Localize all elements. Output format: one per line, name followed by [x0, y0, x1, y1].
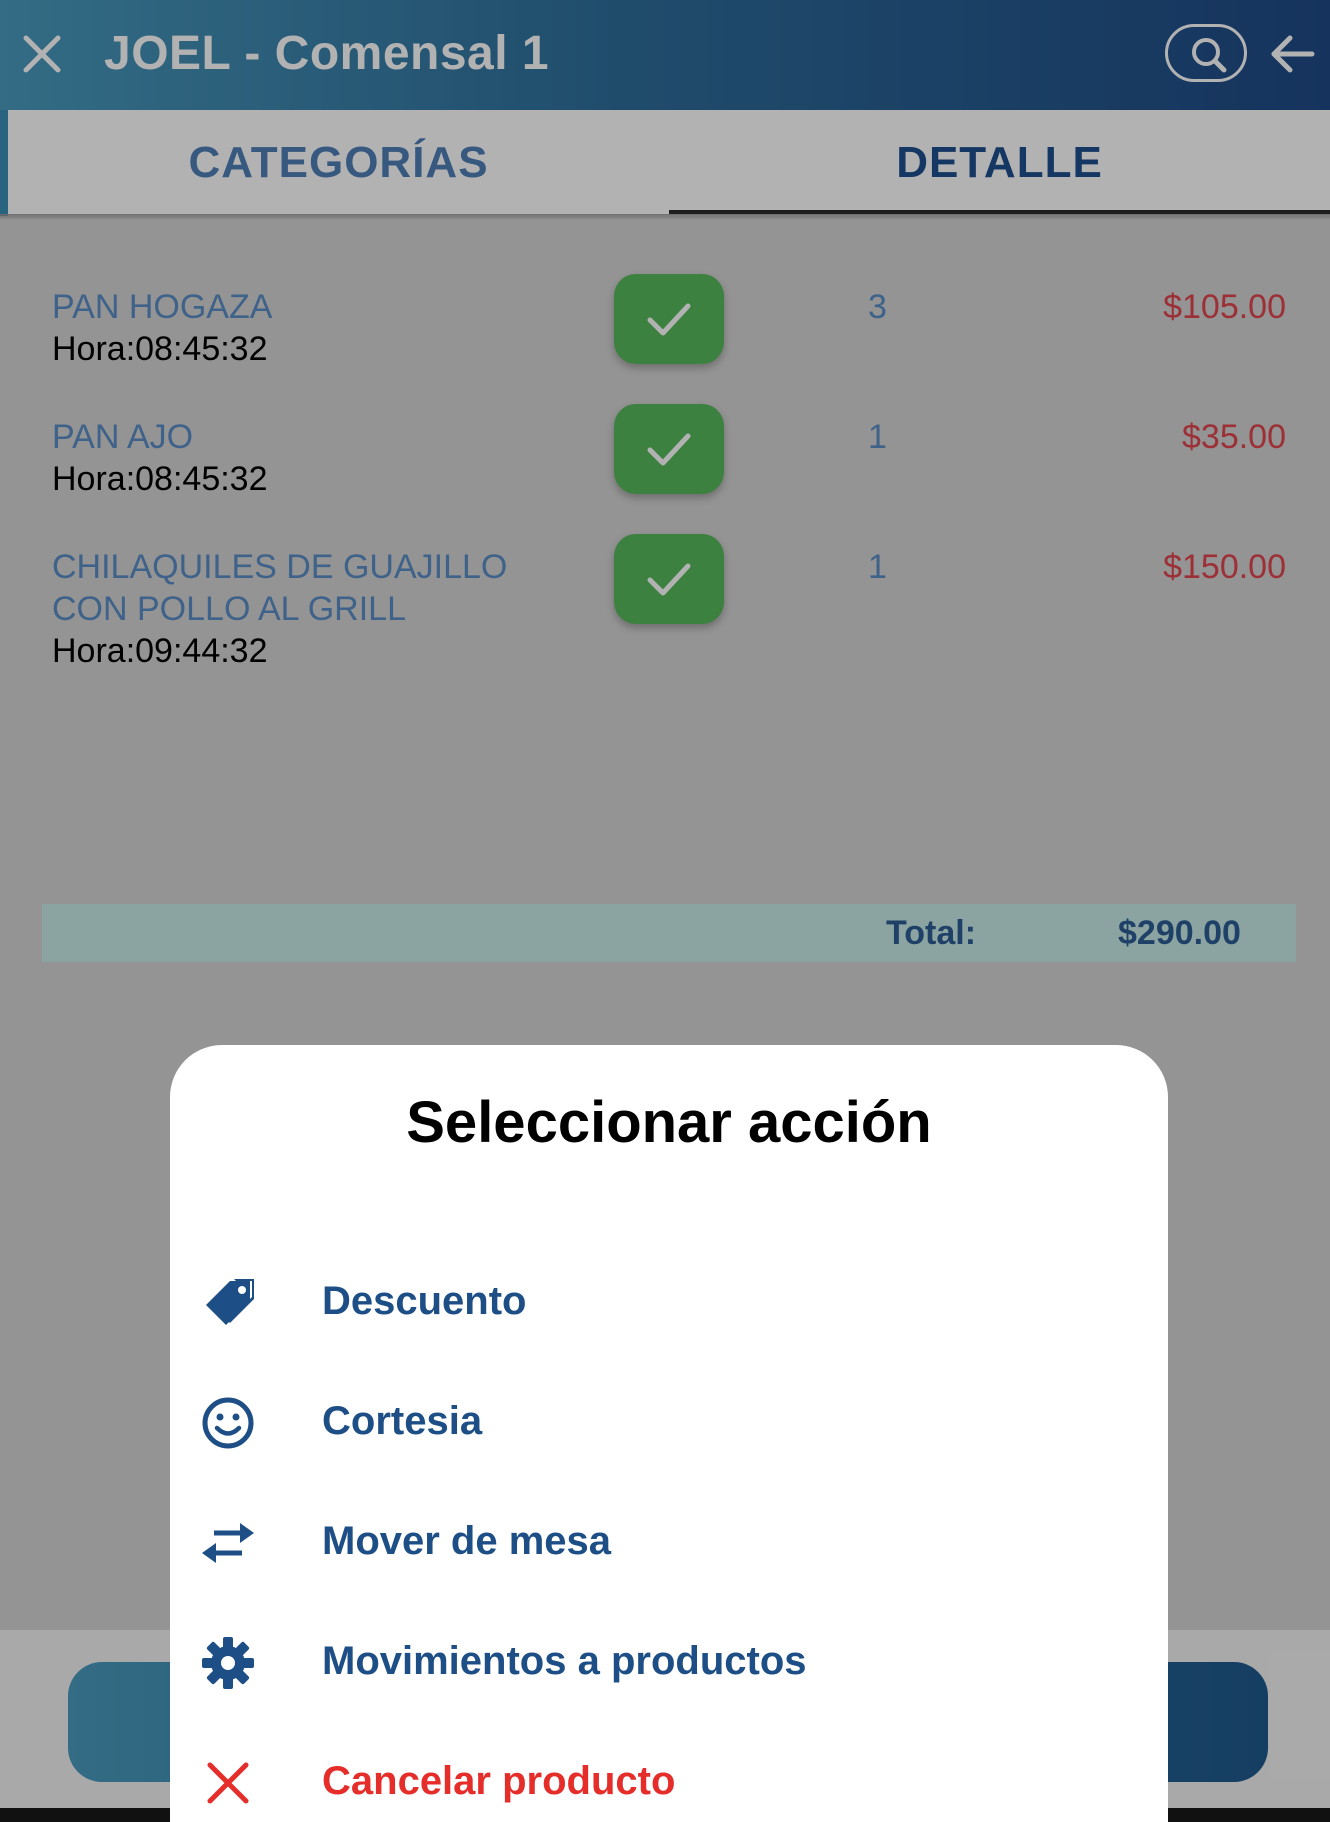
swap-arrows-icon	[202, 1523, 254, 1563]
smiley-icon	[202, 1397, 254, 1449]
option-cancelar-producto[interactable]: Cancelar producto	[170, 1731, 1168, 1822]
gear-icon	[202, 1637, 254, 1689]
option-label: Descuento	[322, 1279, 527, 1323]
option-mover-de-mesa[interactable]: Mover de mesa	[170, 1491, 1168, 1591]
dialog-title: Seleccionar acción	[406, 1090, 932, 1155]
action-dialog: Seleccionar acción Descuento Cortesia Mo…	[170, 1045, 1168, 1822]
option-cortesia[interactable]: Cortesia	[170, 1371, 1168, 1471]
option-label: Mover de mesa	[322, 1519, 612, 1563]
tag-icon	[206, 1279, 254, 1325]
option-descuento[interactable]: Descuento	[170, 1251, 1168, 1351]
option-label: Movimientos a productos	[322, 1639, 807, 1683]
close-icon	[207, 1762, 249, 1804]
option-movimientos-a-productos[interactable]: Movimientos a productos	[170, 1611, 1168, 1711]
option-label: Cortesia	[322, 1399, 483, 1443]
app-root: JOEL - Comensal 1 CATEGORÍAS DETALLE PAN…	[0, 0, 1330, 1822]
option-label: Cancelar producto	[322, 1759, 676, 1803]
